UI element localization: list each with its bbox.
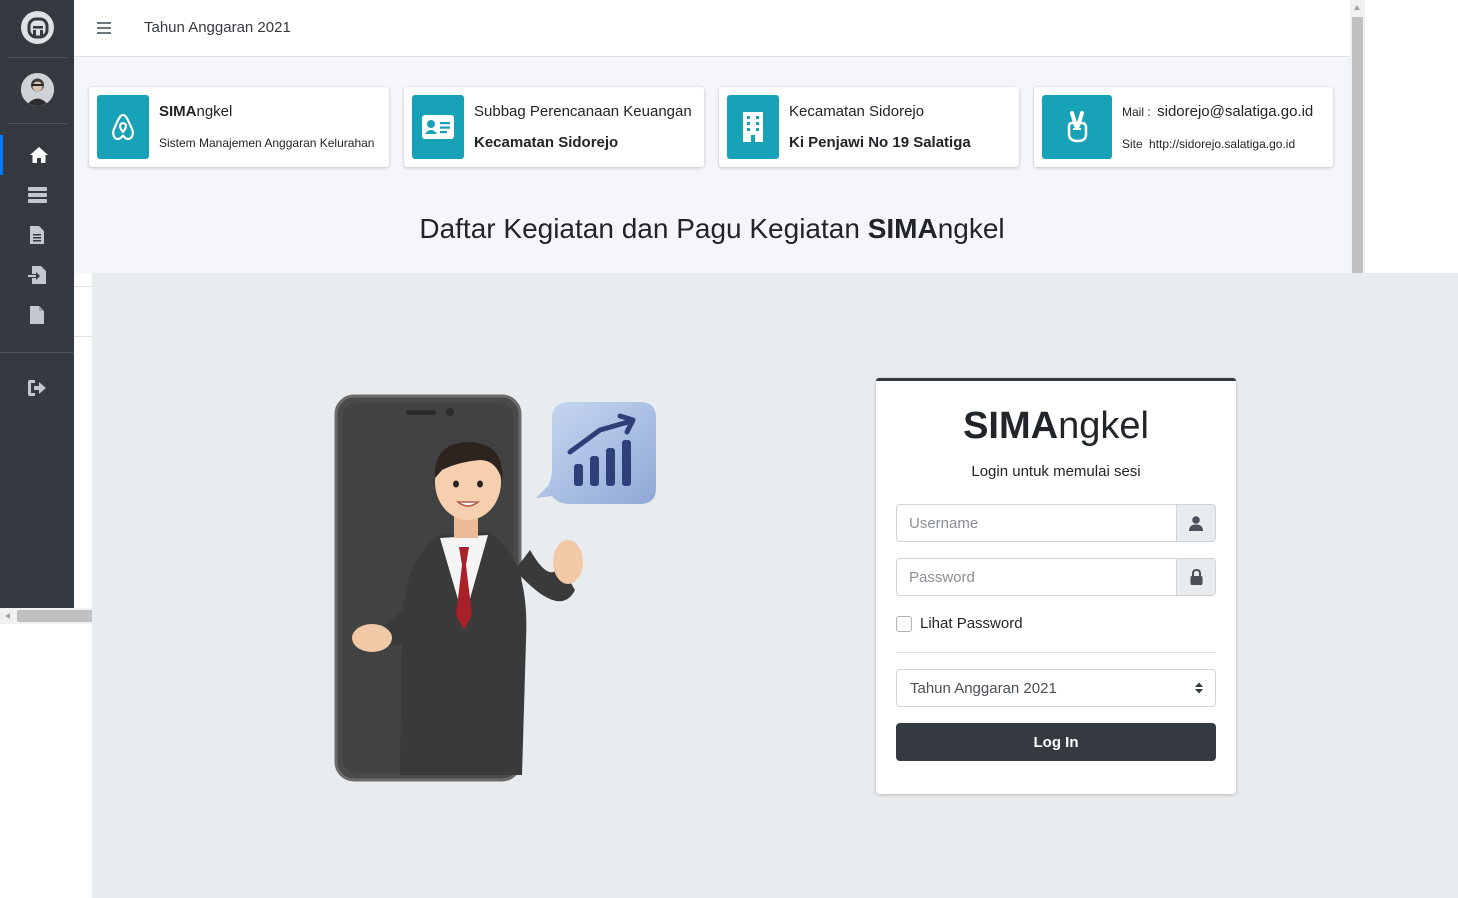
office-name: Kecamatan Sidorejo [789, 103, 925, 120]
password-input[interactable] [897, 559, 1177, 595]
file-icon [30, 306, 44, 324]
sidebar-item-dashboard[interactable] [0, 135, 74, 175]
building-icon [727, 95, 779, 159]
mail-label: Mail : [1122, 105, 1151, 119]
show-password-checkbox[interactable] [896, 616, 912, 632]
show-password-label[interactable]: Lihat Password [920, 615, 1023, 632]
horizontal-scrollbar[interactable] [0, 608, 92, 624]
app-name-bold: SIMA [159, 103, 197, 120]
page-heading: Daftar Kegiatan dan Pagu Kegiatan SIMAng… [419, 213, 1005, 244]
login-card: SIMAngkel Login untuk memulai sesi Lihat… [876, 378, 1236, 794]
scroll-left-arrow-icon[interactable] [5, 613, 10, 619]
top-navbar: Tahun Anggaran 2021 [74, 0, 1350, 57]
sidebar-item-report[interactable] [0, 215, 74, 255]
mail-value[interactable]: sidorejo@salatiga.go.id [1157, 103, 1313, 120]
username-field [896, 504, 1216, 542]
fiscal-year-title: Tahun Anggaran 2021 [144, 19, 291, 36]
sidebar-item-import[interactable] [0, 255, 74, 295]
peace-hand-icon [1042, 95, 1112, 159]
sidebar-item-document[interactable] [0, 295, 74, 335]
divider [74, 336, 92, 337]
home-icon [29, 147, 48, 163]
sign-out-icon [27, 380, 46, 396]
businessman-phone-illustration [334, 394, 656, 782]
info-box-contact: Mail : sidorejo@salatiga.go.id Site http… [1034, 87, 1333, 167]
sidebar-divider [8, 123, 67, 124]
site-label: Site [1122, 137, 1143, 151]
airbnb-icon [97, 95, 149, 159]
sidebar [0, 0, 74, 608]
user-icon [1176, 505, 1215, 541]
sidebar-divider [8, 57, 67, 58]
sort-caret-icon [1195, 682, 1203, 694]
divider [74, 286, 92, 287]
server-icon [27, 187, 47, 203]
app-logo-icon[interactable] [21, 11, 54, 44]
username-input[interactable] [897, 505, 1177, 541]
login-message: Login untuk memulai sesi [971, 463, 1141, 480]
info-box-app: SIMAngkel Sistem Manajemen Anggaran Kelu… [89, 87, 389, 167]
vertical-scrollbar[interactable] [1350, 0, 1365, 273]
id-card-icon [412, 95, 464, 159]
sidebar-item-data[interactable] [0, 175, 74, 215]
info-box-department: Subbag Perencanaan Keuangan Kecamatan Si… [404, 87, 704, 167]
login-button[interactable]: Log In [896, 723, 1216, 761]
fiscal-year-select[interactable]: Tahun Anggaran 2021 [896, 669, 1216, 707]
app-full-name: Sistem Manajemen Anggaran Kelurahan [159, 136, 375, 150]
file-import-icon [28, 266, 46, 284]
file-text-icon [30, 226, 44, 244]
scrollbar-thumb[interactable] [17, 610, 92, 622]
district-name: Kecamatan Sidorejo [474, 134, 619, 151]
login-brand: SIMAngkel [963, 405, 1149, 447]
scrollbar-thumb[interactable] [1352, 17, 1363, 273]
app-name-rest: ngkel [196, 103, 233, 120]
user-avatar[interactable] [21, 73, 54, 106]
scroll-up-arrow-icon[interactable] [1354, 5, 1360, 10]
hamburger-menu-icon[interactable] [96, 20, 112, 36]
sidebar-divider [0, 352, 74, 353]
fiscal-year-selected: Tahun Anggaran 2021 [910, 680, 1057, 697]
divider [896, 652, 1216, 653]
department-name: Subbag Perencanaan Keuangan [474, 103, 692, 120]
site-value[interactable]: http://sidorejo.salatiga.go.id [1149, 137, 1295, 151]
sidebar-item-logout[interactable] [0, 368, 74, 408]
lock-icon [1176, 559, 1215, 595]
info-box-address: Kecamatan Sidorejo Ki Penjawi No 19 Sala… [719, 87, 1019, 167]
password-field [896, 558, 1216, 596]
login-overlay [92, 273, 1458, 898]
office-address: Ki Penjawi No 19 Salatiga [789, 134, 971, 151]
